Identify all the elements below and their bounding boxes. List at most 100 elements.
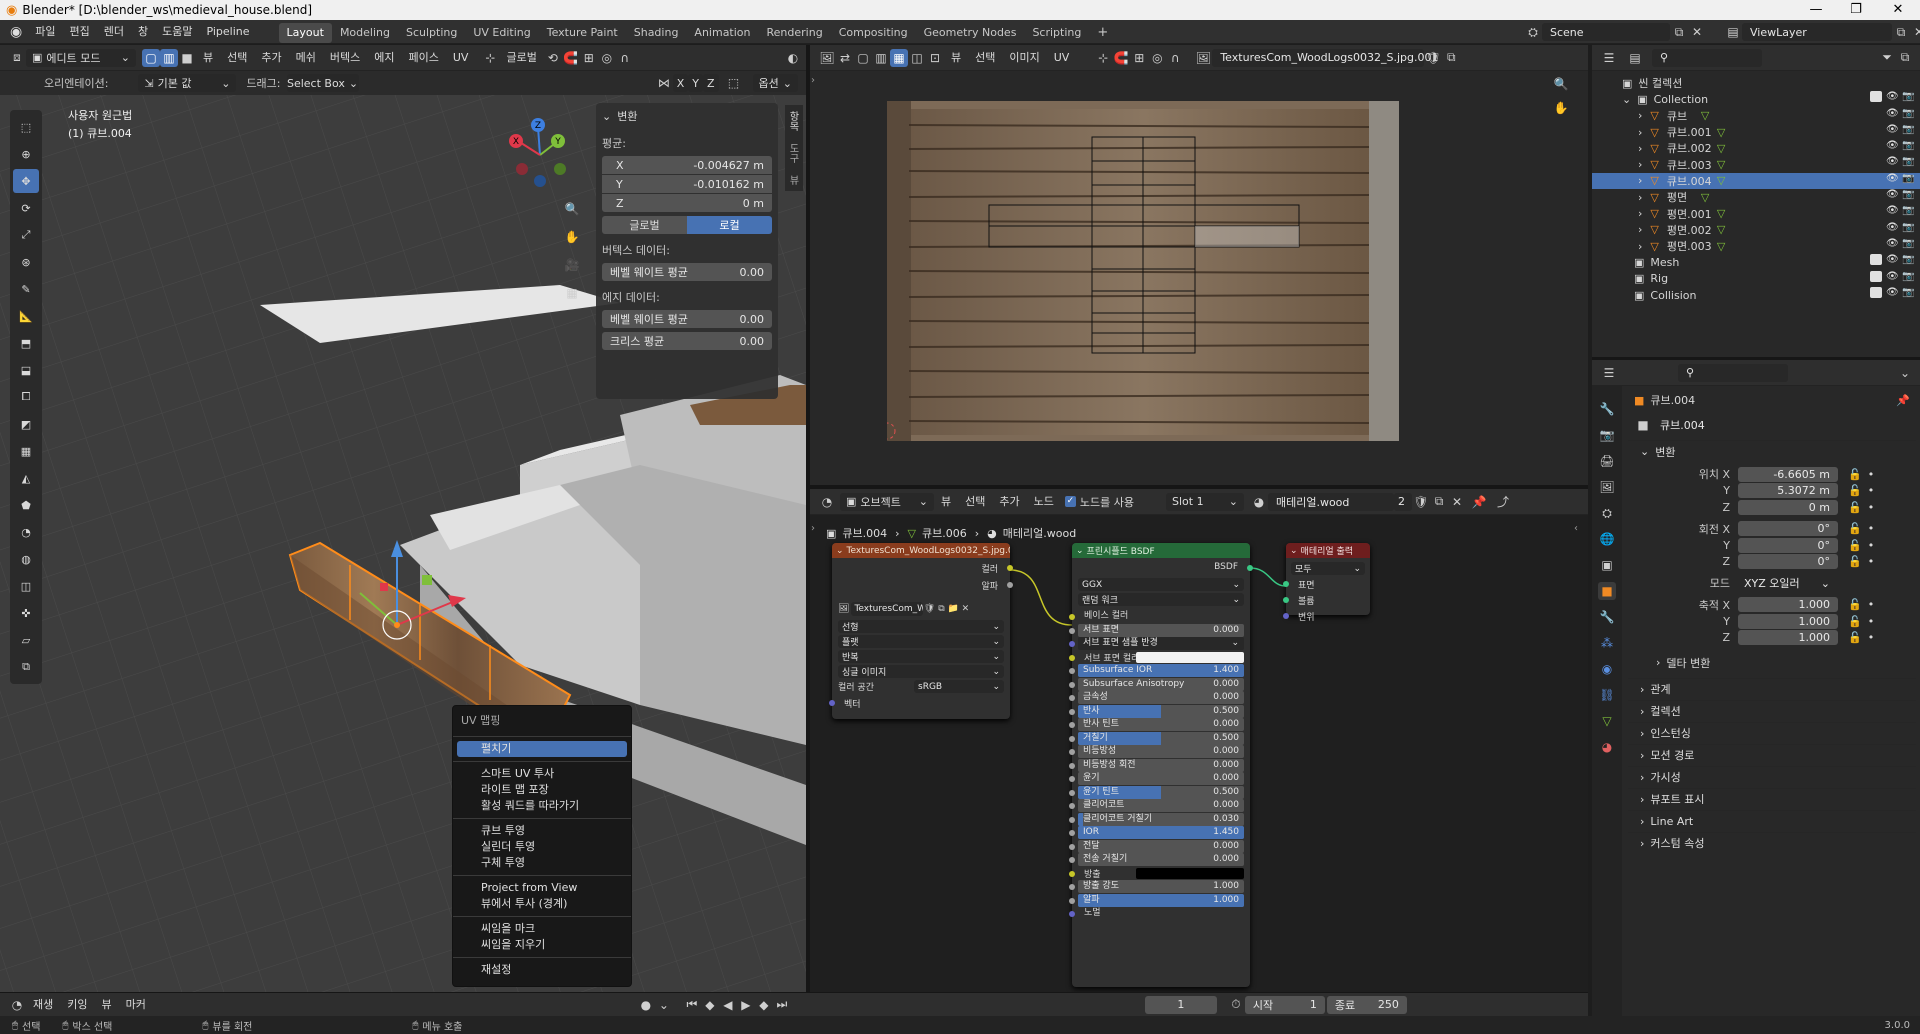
properties-search-input[interactable]: ⚲ [1678,363,1788,382]
eye-icon[interactable]: 👁 [1886,189,1899,200]
eye-icon[interactable]: 👁 [1886,156,1899,167]
chevron-right-icon[interactable]: › [1638,158,1642,171]
input-dropdown[interactable]: 서브 표면 샘플 반경 ⌄ [1078,637,1244,650]
median-x-field[interactable]: X -0.004627 m [602,156,772,174]
menu-view[interactable]: 뷰 [95,993,119,1017]
delete-scene-icon[interactable]: ✕ [1688,23,1706,41]
input-slider[interactable]: 금속성 0.000 [1078,691,1244,704]
timeline-editor-icon[interactable]: ◔ [8,996,26,1014]
properties-section-header[interactable]: › 컬렉션 [1628,699,1916,722]
eye-icon[interactable]: 👁 [1886,205,1899,216]
data-tab-icon[interactable]: ▽ [1598,712,1616,730]
new-scene-icon[interactable]: ⧉ [1670,23,1688,41]
play-reverse-icon[interactable]: ◀ [719,996,737,1014]
distribution-dropdown[interactable]: GGX ⌄ [1078,578,1244,591]
keying-set-icon[interactable]: ⌄ [655,996,673,1014]
options-chevron-icon[interactable]: ⌄ [1896,364,1914,382]
add-cube-tool-icon[interactable]: ⬒ [13,331,39,355]
input-slider[interactable]: 방출 강도 1.000 [1078,880,1244,893]
viewlayer-field[interactable]: ViewLayer [1742,23,1892,41]
uv-unwrap-item[interactable]: 펼치기 [457,741,627,757]
start-frame-field[interactable]: 시작 1 [1244,995,1325,1014]
rotation-z-field[interactable]: 0° [1738,554,1838,569]
input-slider[interactable]: 알파 1.000 [1078,893,1244,907]
input-slider[interactable]: 서브 표면 0.000 [1078,623,1244,637]
annotate-tool-icon[interactable]: ✎ [13,277,39,301]
uv-cylinder-projection-item[interactable]: 실린더 투영 [453,839,631,855]
input-socket[interactable] [1069,614,1075,620]
duplicate-icon[interactable]: ⧉ [935,603,947,615]
falloff-icon[interactable]: ∩ [616,49,634,67]
exclude-checkbox[interactable]: ✓ [1870,270,1882,282]
uv-reset-item[interactable]: 재설정 [453,962,631,978]
uv-project-from-view-item[interactable]: Project from View [453,880,631,896]
input-socket[interactable] [1069,641,1075,647]
tab-scripting[interactable]: Scripting [1024,23,1089,43]
particles-tab-icon[interactable]: ⁂ [1598,634,1616,652]
preview-range-icon[interactable]: ⏱ [1227,996,1245,1014]
delta-transform-subpanel[interactable]: › 델타 변환 [1628,652,1916,674]
camera-icon[interactable]: 📷 [1902,189,1914,200]
lock-icon[interactable]: 🔓 [1848,468,1862,481]
jump-end-icon[interactable]: ⏭ [773,996,791,1014]
smooth-tool-icon[interactable]: ◍ [13,547,39,571]
transform-orientation-dropdown[interactable]: 글로벌 [499,46,543,70]
play-icon[interactable]: ▶ [737,996,755,1014]
display-mode-icon[interactable]: ▤ [1626,49,1644,67]
snap-icon[interactable]: 🧲 [562,49,580,67]
edge-slide-tool-icon[interactable]: ◫ [13,574,39,598]
edge-select-icon[interactable]: ▥ [160,48,178,67]
outliner-search-input[interactable]: ⚲ [1652,48,1762,67]
image-node-header[interactable]: ⌄ TexturesCom_WoodLogs0032_S.jpg.00 [832,543,1010,558]
tab-view[interactable]: 뷰 [785,169,800,191]
properties-editor[interactable]: ☰ ⚲ ⌄ 🔧 📷 🖨 🖼 ⛭ 🌐 ▣ ■ 🔧 ⁂ ◉ ⛓ ▽ ◕ ■ 큐브.0… [1592,357,1920,1019]
shrink-fatten-tool-icon[interactable]: ✜ [13,601,39,625]
menu-edit[interactable]: 편집 [62,20,96,44]
uv-sync-icon[interactable]: ⇄ [836,49,854,67]
prev-keyframe-icon[interactable]: ◆ [701,996,719,1014]
crease-field[interactable]: 크리스 평균 0.00 [602,332,772,350]
outliner-row-scene-collection[interactable]: ▣ 씬 컬렉션 [1592,75,1920,91]
keyframe-dot-icon[interactable]: • [1868,501,1875,514]
tab-sculpting[interactable]: Sculpting [398,23,465,43]
outliner-row-object[interactable]: › ▽ 평면.001 ▽ 👁 📷 [1592,205,1920,221]
rotation-y-field[interactable]: 0° [1738,537,1838,553]
pin-icon[interactable]: 📌 [1896,394,1910,407]
input-slider[interactable]: 거칠기 0.500 [1078,731,1244,745]
input-socket[interactable] [1069,681,1075,688]
lock-icon[interactable]: 🔓 [1848,501,1862,514]
uv-island-mode-icon[interactable]: ◫ [908,49,926,67]
toolbar-expand-icon[interactable]: › [811,75,825,105]
outliner-row-object[interactable]: › ▽ 평면 ▽ 👁 📷 [1592,189,1920,205]
input-slider[interactable]: 전송 거칠기 0.000 [1078,853,1244,866]
camera-icon[interactable]: 📷 [1902,91,1914,102]
material-output-node[interactable]: ⌄ 매테리얼 출력 모두 ⌄ 표면 볼륨 변위 [1283,543,1370,623]
vertex-select-icon[interactable]: ▢ [142,48,160,67]
image-datablock-field[interactable]: TexturesCom_W... [851,602,924,616]
autoweld-icon[interactable]: ⬚ [725,74,743,92]
camera-icon[interactable]: 📷 [1902,238,1914,249]
physics-tab-icon[interactable]: ◉ [1598,660,1616,678]
projection-dropdown[interactable]: 플랫 ⌄ [838,635,1004,648]
input-slider[interactable]: 반사 틴트 0.000 [1078,718,1244,731]
material-tab-icon[interactable]: ◕ [1598,738,1616,756]
color-space-dropdown[interactable]: sRGB ⌄ [914,680,1004,693]
exclude-checkbox[interactable]: ✓ [1870,254,1882,266]
input-slider[interactable]: 반사 0.500 [1078,704,1244,718]
loop-cut-tool-icon[interactable]: ▦ [13,439,39,463]
input-slider[interactable]: 클리어코트 0.000 [1078,799,1244,812]
input-socket[interactable] [1069,749,1075,755]
bsdf-output-socket[interactable] [1247,565,1253,571]
uv-vertex-mode-icon[interactable]: ▢ [854,49,872,67]
mesh-data-icon[interactable]: ▽ [1717,142,1725,155]
bsdf-node-header[interactable]: ⌄ 프린시플드 BSDF [1072,543,1250,558]
proportional-icon[interactable]: ◎ [1148,49,1166,67]
input-socket[interactable] [1069,762,1075,769]
eye-icon[interactable]: 👁 [1886,222,1899,233]
object-browse-icon[interactable]: ■ [1634,416,1652,434]
menu-select[interactable]: 선택 [968,46,1002,70]
editor-type-icon[interactable]: ☰ [1600,49,1618,67]
world-tab-icon[interactable]: 🌐 [1598,530,1616,548]
keyframe-dot-icon[interactable]: • [1868,522,1875,535]
uv-clear-seam-item[interactable]: 씨임을 지우기 [453,937,631,953]
